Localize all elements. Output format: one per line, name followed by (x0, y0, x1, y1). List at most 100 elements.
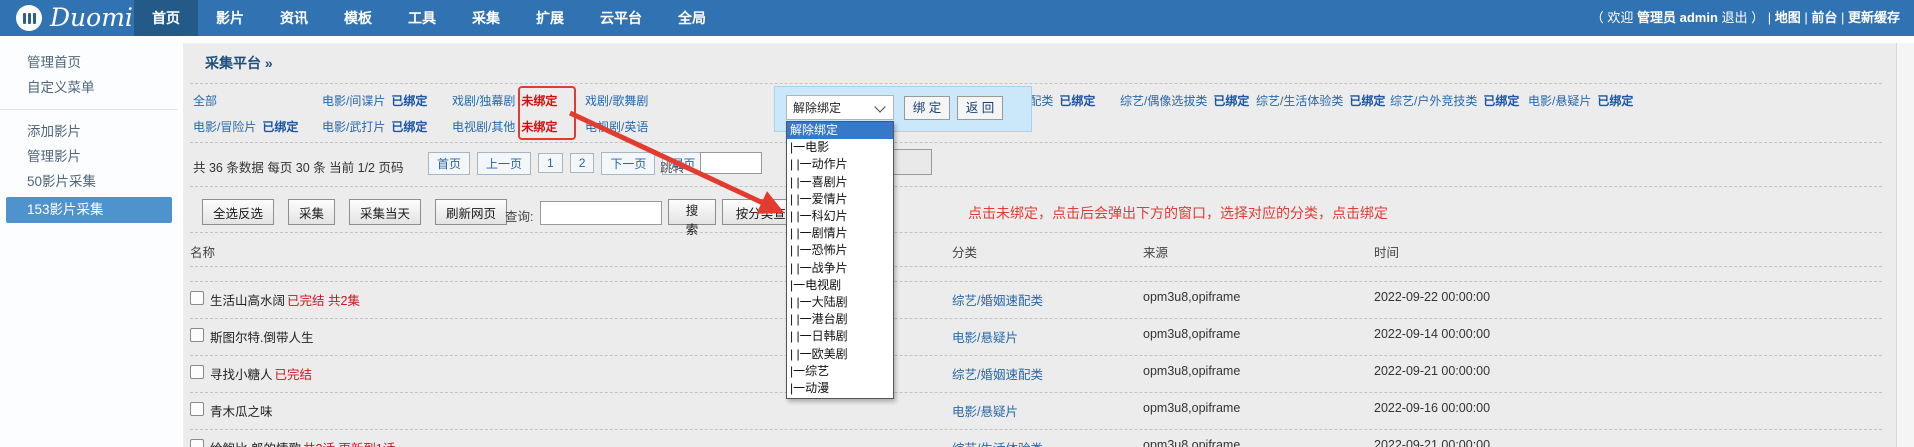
sidebar-item[interactable]: 153影片采集 (6, 197, 172, 223)
back-button[interactable]: 返 回 (957, 96, 1003, 120)
bind-button[interactable]: 绑 定 (904, 96, 950, 120)
separator: | (1764, 10, 1775, 25)
toolbar-button[interactable]: 采集 (288, 199, 335, 225)
top-nav-item[interactable]: 全局 (660, 0, 724, 36)
category-status[interactable]: 已绑定 (1483, 94, 1519, 108)
dropdown-option[interactable]: | |一动作片 (787, 156, 893, 173)
row-category[interactable]: 电影/悬疑片 (952, 401, 1018, 420)
row-name-cell: 斯图尔特.倒带人生 (210, 327, 313, 346)
category-item[interactable]: 综艺/生活体验类已绑定 (1256, 92, 1385, 109)
top-nav-item[interactable]: 影片 (198, 0, 262, 36)
category-link[interactable]: 电影/冒险片 (193, 120, 256, 134)
category-link[interactable]: 电影/悬疑片 (1528, 94, 1591, 108)
dropdown-option[interactable]: | |一欧美剧 (787, 346, 893, 363)
page-button[interactable]: 1 (538, 153, 563, 173)
category-link[interactable]: 电视剧/英语 (585, 120, 648, 134)
row-name: 寻找小糖人 (210, 368, 273, 382)
category-status[interactable]: 已绑定 (1349, 94, 1385, 108)
top-nav-item[interactable]: 采集 (454, 0, 518, 36)
category-item[interactable]: 综艺/户外竞技类已绑定 (1390, 92, 1519, 109)
category-status[interactable]: 已绑定 (1213, 94, 1249, 108)
category-status[interactable]: 已绑定 (1597, 94, 1633, 108)
toolbar-button[interactable]: 采集当天 (349, 199, 421, 225)
row-checkbox[interactable] (190, 439, 204, 447)
dropdown-option[interactable]: | |一科幻片 (787, 208, 893, 225)
top-nav-item[interactable]: 资讯 (262, 0, 326, 36)
category-item[interactable]: 综艺/偶像选拔类已绑定 (1120, 92, 1249, 109)
row-checkbox[interactable] (190, 365, 204, 379)
dropdown-option[interactable]: |一电影 (787, 139, 893, 156)
row-category[interactable]: 综艺/婚姻速配类 (952, 364, 1043, 383)
dropdown-option[interactable]: |一动漫 (787, 380, 893, 397)
category-status[interactable]: 已绑定 (391, 120, 427, 134)
dropdown-option[interactable]: | |一恐怖片 (787, 242, 893, 259)
dropdown-option[interactable]: 解除绑定 (787, 122, 893, 139)
dropdown-option[interactable]: | |一港台剧 (787, 311, 893, 328)
row-time: 2022-09-14 00:00:00 (1374, 327, 1490, 341)
table-column-header: 来源 (1143, 242, 1168, 261)
category-item[interactable]: 电影/悬疑片已绑定 (1528, 92, 1633, 109)
row-category[interactable]: 综艺/婚姻速配类 (952, 290, 1043, 309)
top-nav-item[interactable]: 首页 (134, 0, 198, 36)
dropdown-option[interactable]: | |一爱情片 (787, 191, 893, 208)
category-link[interactable]: 综艺/户外竞技类 (1390, 94, 1477, 108)
category-link[interactable]: 戏剧/歌舞剧 (585, 94, 648, 108)
category-link[interactable]: 电视剧/其他 (452, 120, 515, 134)
top-link[interactable]: 地图 (1775, 10, 1801, 25)
dropdown-option[interactable]: | |一日韩剧 (787, 328, 893, 345)
page-button[interactable]: 2 (570, 153, 595, 173)
category-item[interactable]: 电影/间谍片已绑定 (322, 92, 427, 109)
divider-dashed (190, 355, 1882, 356)
dropdown-option[interactable]: | |一剧情片 (787, 225, 893, 242)
category-item[interactable]: 电视剧/英语 (585, 118, 648, 135)
category-item[interactable]: 全部 (193, 92, 217, 109)
row-name: 生活山高水阔 (210, 294, 285, 308)
category-item[interactable]: 电影/武打片已绑定 (322, 118, 427, 135)
category-link[interactable]: 电影/间谍片 (322, 94, 385, 108)
toolbar-button[interactable]: 刷新网页 (435, 199, 507, 225)
row-category[interactable]: 电影/悬疑片 (952, 327, 1018, 346)
row-checkbox[interactable] (190, 291, 204, 305)
category-link[interactable]: 综艺/生活体验类 (1256, 94, 1343, 108)
dropdown-option[interactable]: | |一大陆剧 (787, 294, 893, 311)
category-link[interactable]: 戏剧/独幕剧 (452, 94, 515, 108)
search-button[interactable]: 搜 索 (668, 199, 716, 225)
page-button[interactable]: 下一页 (601, 152, 655, 175)
category-status[interactable]: 已绑定 (391, 94, 427, 108)
query-label: 查询: (505, 206, 533, 225)
toolbar-button[interactable]: 全选反选 (202, 199, 274, 225)
category-link[interactable]: 综艺/偶像选拔类 (1120, 94, 1207, 108)
category-item[interactable]: 戏剧/歌舞剧 (585, 92, 648, 109)
page-button[interactable]: 上一页 (477, 152, 531, 175)
dropdown-option[interactable]: |一电视剧 (787, 277, 893, 294)
query-input[interactable] (540, 201, 662, 225)
row-checkbox[interactable] (190, 328, 204, 342)
table-column-header: 分类 (952, 242, 977, 261)
page-button[interactable]: 首页 (428, 152, 470, 175)
top-link[interactable]: 更新缓存 (1848, 10, 1900, 25)
sidebar-item[interactable]: 自定义菜单 (0, 75, 178, 100)
sidebar-item[interactable]: 添加影片 (0, 119, 178, 144)
top-nav-item[interactable]: 工具 (390, 0, 454, 36)
category-item[interactable]: 电影/冒险片已绑定 (193, 118, 298, 135)
sidebar-item[interactable]: 管理首页 (0, 50, 178, 75)
row-category[interactable]: 综艺/生活体验类 (952, 438, 1043, 447)
category-link[interactable]: 全部 (193, 94, 217, 108)
dropdown-option[interactable]: | |一喜剧片 (787, 174, 893, 191)
category-link[interactable]: 电影/武打片 (322, 120, 385, 134)
sidebar-item[interactable]: 50影片采集 (0, 169, 178, 194)
scrollbar[interactable] (1896, 43, 1914, 447)
separator: | (1837, 10, 1848, 25)
top-nav-item[interactable]: 扩展 (518, 0, 582, 36)
row-checkbox[interactable] (190, 402, 204, 416)
top-nav-item[interactable]: 模板 (326, 0, 390, 36)
category-status[interactable]: 已绑定 (262, 120, 298, 134)
category-status[interactable]: 已绑定 (1059, 94, 1095, 108)
jump-page-input[interactable] (700, 152, 762, 174)
dropdown-option[interactable]: |一综艺 (787, 363, 893, 380)
top-link[interactable]: 前台 (1811, 10, 1837, 25)
top-nav-item[interactable]: 云平台 (582, 0, 660, 36)
category-select[interactable]: 解除绑定 (786, 95, 894, 120)
dropdown-option[interactable]: | |一战争片 (787, 260, 893, 277)
sidebar-item[interactable]: 管理影片 (0, 144, 178, 169)
